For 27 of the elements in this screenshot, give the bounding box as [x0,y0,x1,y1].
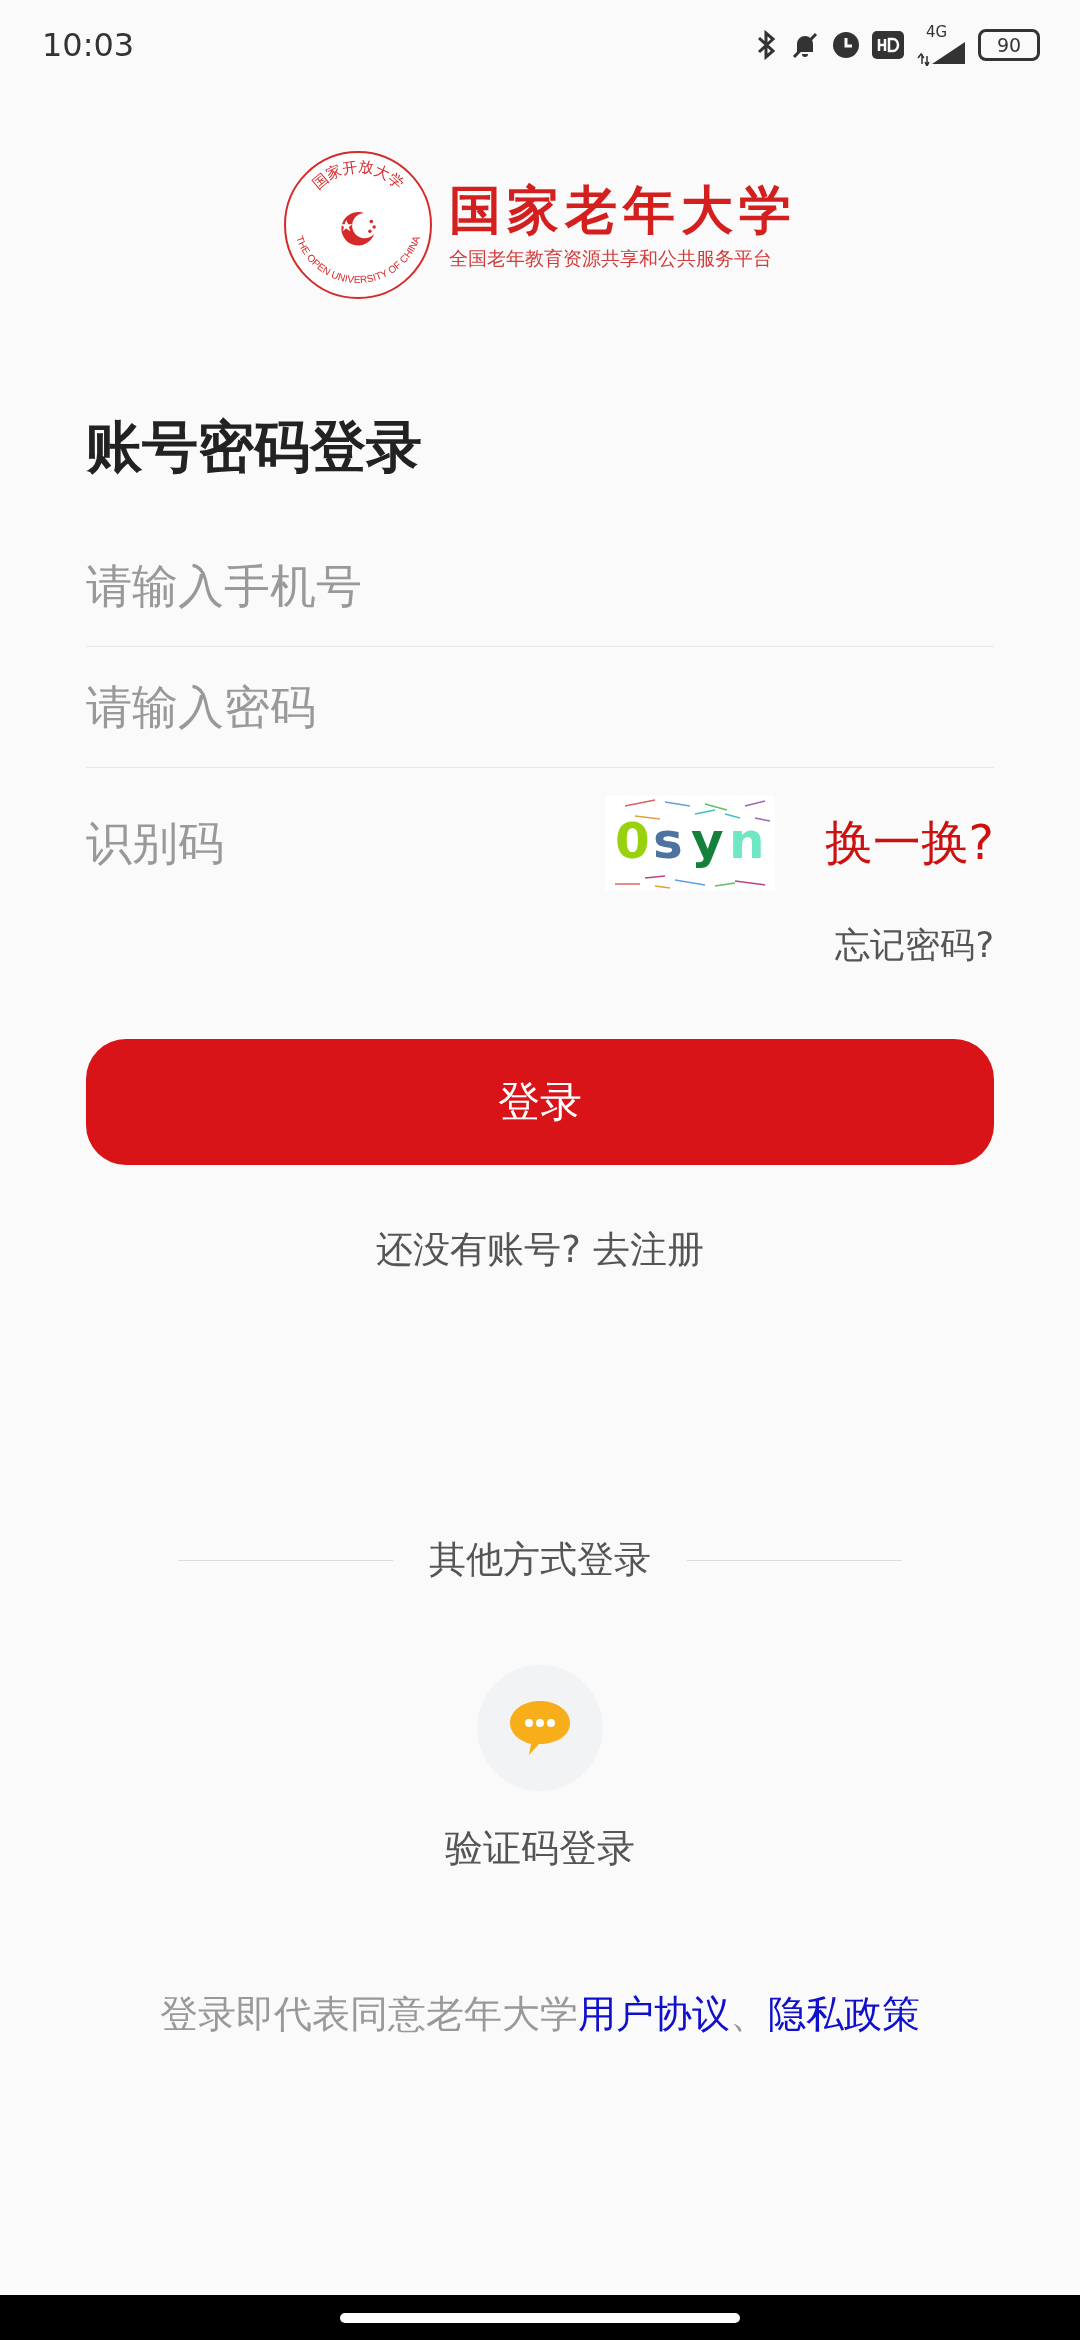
battery-indicator: 90 [978,29,1040,61]
agreement-link[interactable]: 用户协议 [578,1989,730,2040]
bell-muted-icon [790,30,820,60]
login-button[interactable]: 登录 [86,1039,994,1165]
home-indicator[interactable] [340,2312,740,2323]
logo-title: 国家老年大学 [449,180,797,240]
chat-bubble-icon [509,1699,571,1757]
input-field[interactable]: 请输入密码 [86,647,994,768]
refresh-captcha-link[interactable]: 换一换? [824,811,994,875]
agreement-text: 登录即代表同意老年大学 [160,1991,578,2038]
signal-icon [916,40,966,66]
network-type: 4G [926,24,948,40]
other-methods-label: 其他方式登录 [429,1537,651,1583]
input-field[interactable]: 请输入手机号 [86,526,994,647]
bluetooth-icon [756,30,778,60]
agreement-link[interactable]: 隐私政策 [768,1989,920,2040]
login-heading: 账号密码登录 [86,413,423,481]
hd-icon [872,31,904,59]
captcha-input-field[interactable]: 识别码 [86,783,605,903]
logo-subtitle: 全国老年教育资源共享和公共服务平台 [449,246,773,270]
clock-icon [832,31,860,59]
captcha-image[interactable]: 0s yn [604,795,775,891]
separator-text: 、 [730,1991,768,2038]
forgot-password-link[interactable]: 忘记密码? [835,922,994,969]
sms-login-label: 验证码登录 [445,1825,635,1872]
status-time: 10:03 [42,26,135,64]
register-link[interactable]: 还没有账号? 去注册 [376,1225,704,1275]
